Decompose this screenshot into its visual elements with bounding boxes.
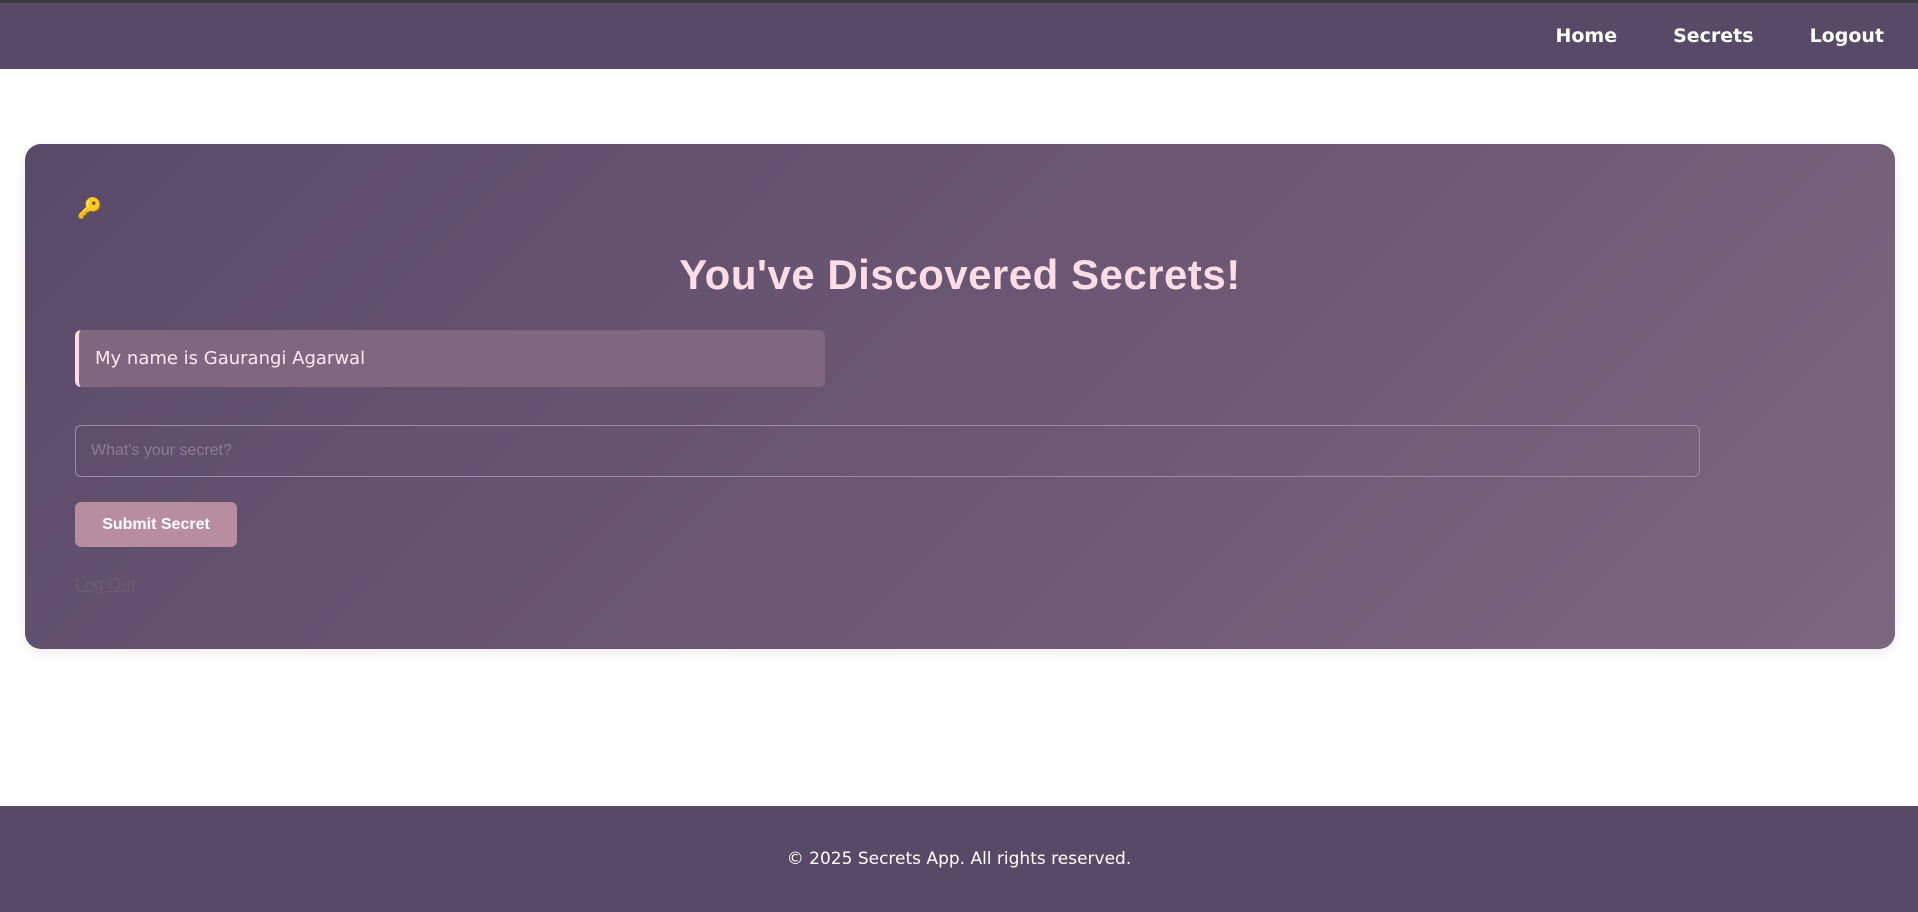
- top-navbar: Home Secrets Logout: [0, 0, 1918, 69]
- key-icon: 🔑: [77, 196, 102, 220]
- nav-secrets-link[interactable]: Secrets: [1673, 25, 1753, 47]
- secrets-card: 🔑 You've Discovered Secrets! My name is …: [25, 144, 1895, 649]
- nav-logout-link[interactable]: Logout: [1810, 25, 1884, 47]
- secret-entry: My name is Gaurangi Agarwal: [75, 330, 825, 387]
- submit-secret-button[interactable]: Submit Secret: [75, 502, 237, 547]
- log-out-link[interactable]: Log Out: [75, 575, 136, 595]
- footer-copyright: © 2025 Secrets App. All rights reserved.: [786, 849, 1132, 869]
- secret-input[interactable]: [75, 425, 1700, 477]
- nav-home-link[interactable]: Home: [1555, 25, 1617, 47]
- footer: © 2025 Secrets App. All rights reserved.: [0, 806, 1918, 912]
- page-title: You've Discovered Secrets!: [679, 251, 1241, 298]
